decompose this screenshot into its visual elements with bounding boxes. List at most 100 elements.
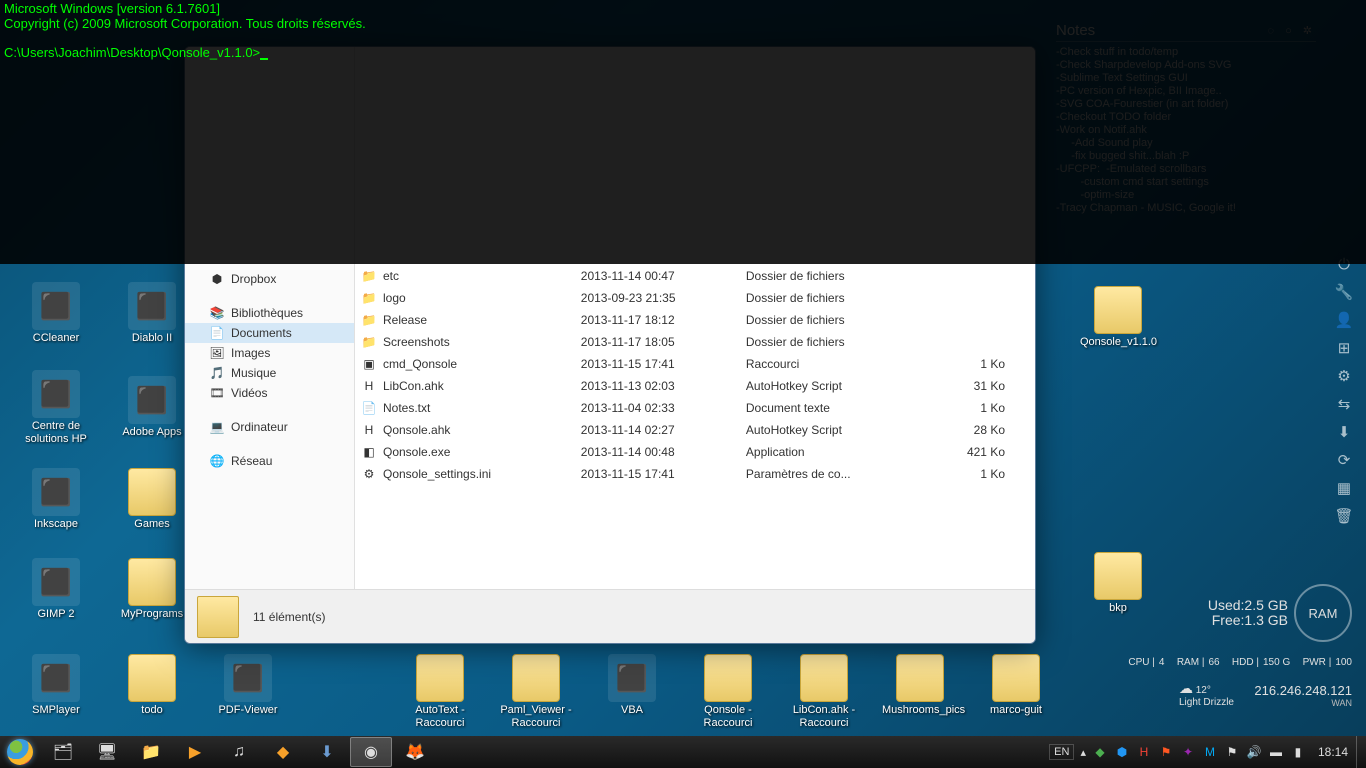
file-date: 2013-11-15 17:41 bbox=[575, 463, 740, 485]
tray-volume-icon[interactable]: 🔊 bbox=[1246, 744, 1262, 760]
desktop-icon-label: Inkscape bbox=[18, 518, 94, 531]
nav-computer[interactable]: 💻 Ordinateur bbox=[185, 417, 354, 437]
weather-icon: ☁ bbox=[1179, 680, 1193, 696]
desktop-icon[interactable]: ⬛Adobe Apps bbox=[114, 376, 190, 439]
taskbar-app[interactable]: 🗂 bbox=[42, 737, 84, 767]
nav-dropbox[interactable]: ⬢Dropbox bbox=[185, 269, 354, 289]
meter-value: 100 bbox=[1335, 657, 1352, 668]
desktop-icon[interactable]: Paml_Viewer - Raccourci bbox=[498, 654, 574, 730]
folder-icon bbox=[896, 654, 944, 702]
desktop-icon[interactable]: Qonsole_v1.1.0 bbox=[1080, 286, 1156, 349]
desktop-icon[interactable]: Mushrooms_pics bbox=[882, 654, 958, 717]
tray-icon[interactable]: ⬢ bbox=[1114, 744, 1130, 760]
desktop-icon[interactable]: AutoText - Raccourci bbox=[402, 654, 478, 730]
file-row[interactable]: 📁Release2013-11-17 18:12Dossier de fichi… bbox=[355, 309, 1035, 331]
show-desktop-button[interactable] bbox=[1356, 736, 1366, 768]
tray-icon[interactable]: M bbox=[1202, 744, 1218, 760]
file-date: 2013-11-13 02:03 bbox=[575, 375, 740, 397]
desktop-icon[interactable]: LibCon.ahk - Raccourci bbox=[786, 654, 862, 730]
images-icon: 🖼 bbox=[209, 345, 225, 361]
desktop-icon[interactable]: ⬛Inkscape bbox=[18, 468, 94, 531]
tray-action-center-icon[interactable]: ⚑ bbox=[1224, 744, 1240, 760]
person-icon[interactable]: 👤 bbox=[1335, 311, 1354, 329]
language-indicator[interactable]: EN bbox=[1049, 744, 1074, 760]
tray-battery-icon[interactable]: ▮ bbox=[1290, 744, 1306, 760]
taskbar-app[interactable]: ⬇ bbox=[306, 737, 348, 767]
nav-network[interactable]: 🌐Réseau bbox=[185, 451, 354, 471]
taskbar-app[interactable]: 🖥 bbox=[86, 737, 128, 767]
swap-icon[interactable]: ⇆ bbox=[1338, 395, 1351, 413]
file-row[interactable]: HLibCon.ahk2013-11-13 02:03AutoHotkey Sc… bbox=[355, 375, 1035, 397]
file-row[interactable]: ◧Qonsole.exe2013-11-14 00:48Application4… bbox=[355, 441, 1035, 463]
tray-network-icon[interactable]: ▬ bbox=[1268, 744, 1284, 760]
desktop-icon-label: Paml_Viewer - Raccourci bbox=[498, 704, 574, 730]
desktop-icon[interactable]: ⬛VBA bbox=[594, 654, 670, 717]
taskbar-chrome[interactable]: ◉ bbox=[350, 737, 392, 767]
desktop-icon[interactable]: ⬛Centre de solutions HP bbox=[18, 370, 94, 446]
nav-libraries[interactable]: 📚Bibliothèques bbox=[185, 303, 354, 323]
desktop-icon[interactable]: ⬛Diablo II bbox=[114, 282, 190, 345]
nav-videos[interactable]: 🎞Vidéos bbox=[185, 383, 354, 403]
windows-orb-icon bbox=[7, 739, 33, 765]
file-type: Dossier de fichiers bbox=[740, 265, 921, 287]
desktop-icon[interactable]: Games bbox=[114, 468, 190, 531]
file-row[interactable]: HQonsole.ahk2013-11-14 02:27AutoHotkey S… bbox=[355, 419, 1035, 441]
desktop-icon[interactable]: bkp bbox=[1080, 552, 1156, 615]
folder-icon bbox=[197, 596, 239, 638]
start-button[interactable] bbox=[0, 736, 40, 768]
tray-icon[interactable]: ◆ bbox=[1092, 744, 1108, 760]
desktop-icon-label: Diablo II bbox=[114, 332, 190, 345]
file-row[interactable]: 📄Notes.txt2013-11-04 02:33Document texte… bbox=[355, 397, 1035, 419]
weather-temp: 12° bbox=[1196, 685, 1211, 696]
desktop-icon[interactable]: ⬛PDF-Viewer bbox=[210, 654, 286, 717]
taskbar-firefox[interactable]: 🦊 bbox=[394, 737, 436, 767]
taskbar-itunes[interactable]: ♫ bbox=[218, 737, 260, 767]
taskbar-clock[interactable]: 18:14 bbox=[1318, 745, 1348, 759]
explorer-file-list[interactable]: 📁etc2013-11-14 00:47Dossier de fichiers📁… bbox=[355, 265, 1035, 589]
file-name: Qonsole.ahk bbox=[383, 423, 450, 437]
gear-icon[interactable]: ⚙ bbox=[1337, 367, 1350, 385]
desktop-icon[interactable]: marco-guit bbox=[978, 654, 1054, 717]
taskbar-media-player[interactable]: ▶ bbox=[174, 737, 216, 767]
tray-show-hidden[interactable]: ▴ bbox=[1080, 746, 1086, 759]
desktop-icon[interactable]: ⬛SMPlayer bbox=[18, 654, 94, 717]
tray-icon[interactable]: H bbox=[1136, 744, 1152, 760]
tray-icon[interactable]: ⚑ bbox=[1158, 744, 1174, 760]
ram-circle: RAM bbox=[1294, 584, 1352, 642]
cpu-icon[interactable]: ▦ bbox=[1337, 479, 1351, 497]
file-row[interactable]: 📁Screenshots2013-11-17 18:05Dossier de f… bbox=[355, 331, 1035, 353]
nav-images[interactable]: 🖼Images bbox=[185, 343, 354, 363]
wrench-icon[interactable]: 🔧 bbox=[1335, 283, 1354, 301]
trash-icon[interactable]: 🗑 bbox=[1334, 507, 1353, 525]
windows-icon[interactable]: ⊞ bbox=[1338, 339, 1351, 357]
desktop-icon-label: todo bbox=[114, 704, 190, 717]
file-row[interactable]: 📁etc2013-11-14 00:47Dossier de fichiers bbox=[355, 265, 1035, 287]
meter-label: CPU bbox=[1128, 657, 1149, 668]
nav-label: Dropbox bbox=[231, 272, 276, 286]
desktop-icon[interactable]: ⬛GIMP 2 bbox=[18, 558, 94, 621]
download-icon[interactable]: ⬇ bbox=[1338, 423, 1351, 441]
nav-documents[interactable]: 📄Documents bbox=[185, 323, 354, 343]
nav-label: Ordinateur bbox=[231, 420, 288, 434]
ip-address: 216.246.248.121 bbox=[1254, 683, 1352, 698]
music-icon: 🎵 bbox=[209, 365, 225, 381]
file-icon: H bbox=[361, 422, 377, 438]
file-row[interactable]: ▣cmd_Qonsole2013-11-15 17:41Raccourci1 K… bbox=[355, 353, 1035, 375]
desktop-icon[interactable]: MyPrograms bbox=[114, 558, 190, 621]
file-icon: ⚙ bbox=[361, 466, 377, 482]
nav-music[interactable]: 🎵Musique bbox=[185, 363, 354, 383]
desktop-icon[interactable]: Qonsole - Raccourci bbox=[690, 654, 766, 730]
tray-icon[interactable]: ✦ bbox=[1180, 744, 1196, 760]
weather-widget: ☁ 12° Light Drizzle bbox=[1179, 680, 1234, 708]
taskbar-sublime[interactable]: ◆ bbox=[262, 737, 304, 767]
desktop-icon[interactable]: ⬛CCleaner bbox=[18, 282, 94, 345]
file-name: Screenshots bbox=[383, 335, 450, 349]
file-row[interactable]: 📁logo2013-09-23 21:35Dossier de fichiers bbox=[355, 287, 1035, 309]
taskbar-explorer[interactable]: 📁 bbox=[130, 737, 172, 767]
computer-icon: 💻 bbox=[209, 419, 225, 435]
desktop-icon[interactable]: todo bbox=[114, 654, 190, 717]
file-icon: 📁 bbox=[361, 290, 377, 306]
refresh-icon[interactable]: ⟳ bbox=[1338, 451, 1351, 469]
file-row[interactable]: ⚙Qonsole_settings.ini2013-11-15 17:41Par… bbox=[355, 463, 1035, 485]
quake-console[interactable]: Microsoft Windows [version 6.1.7601] Cop… bbox=[0, 0, 1366, 264]
